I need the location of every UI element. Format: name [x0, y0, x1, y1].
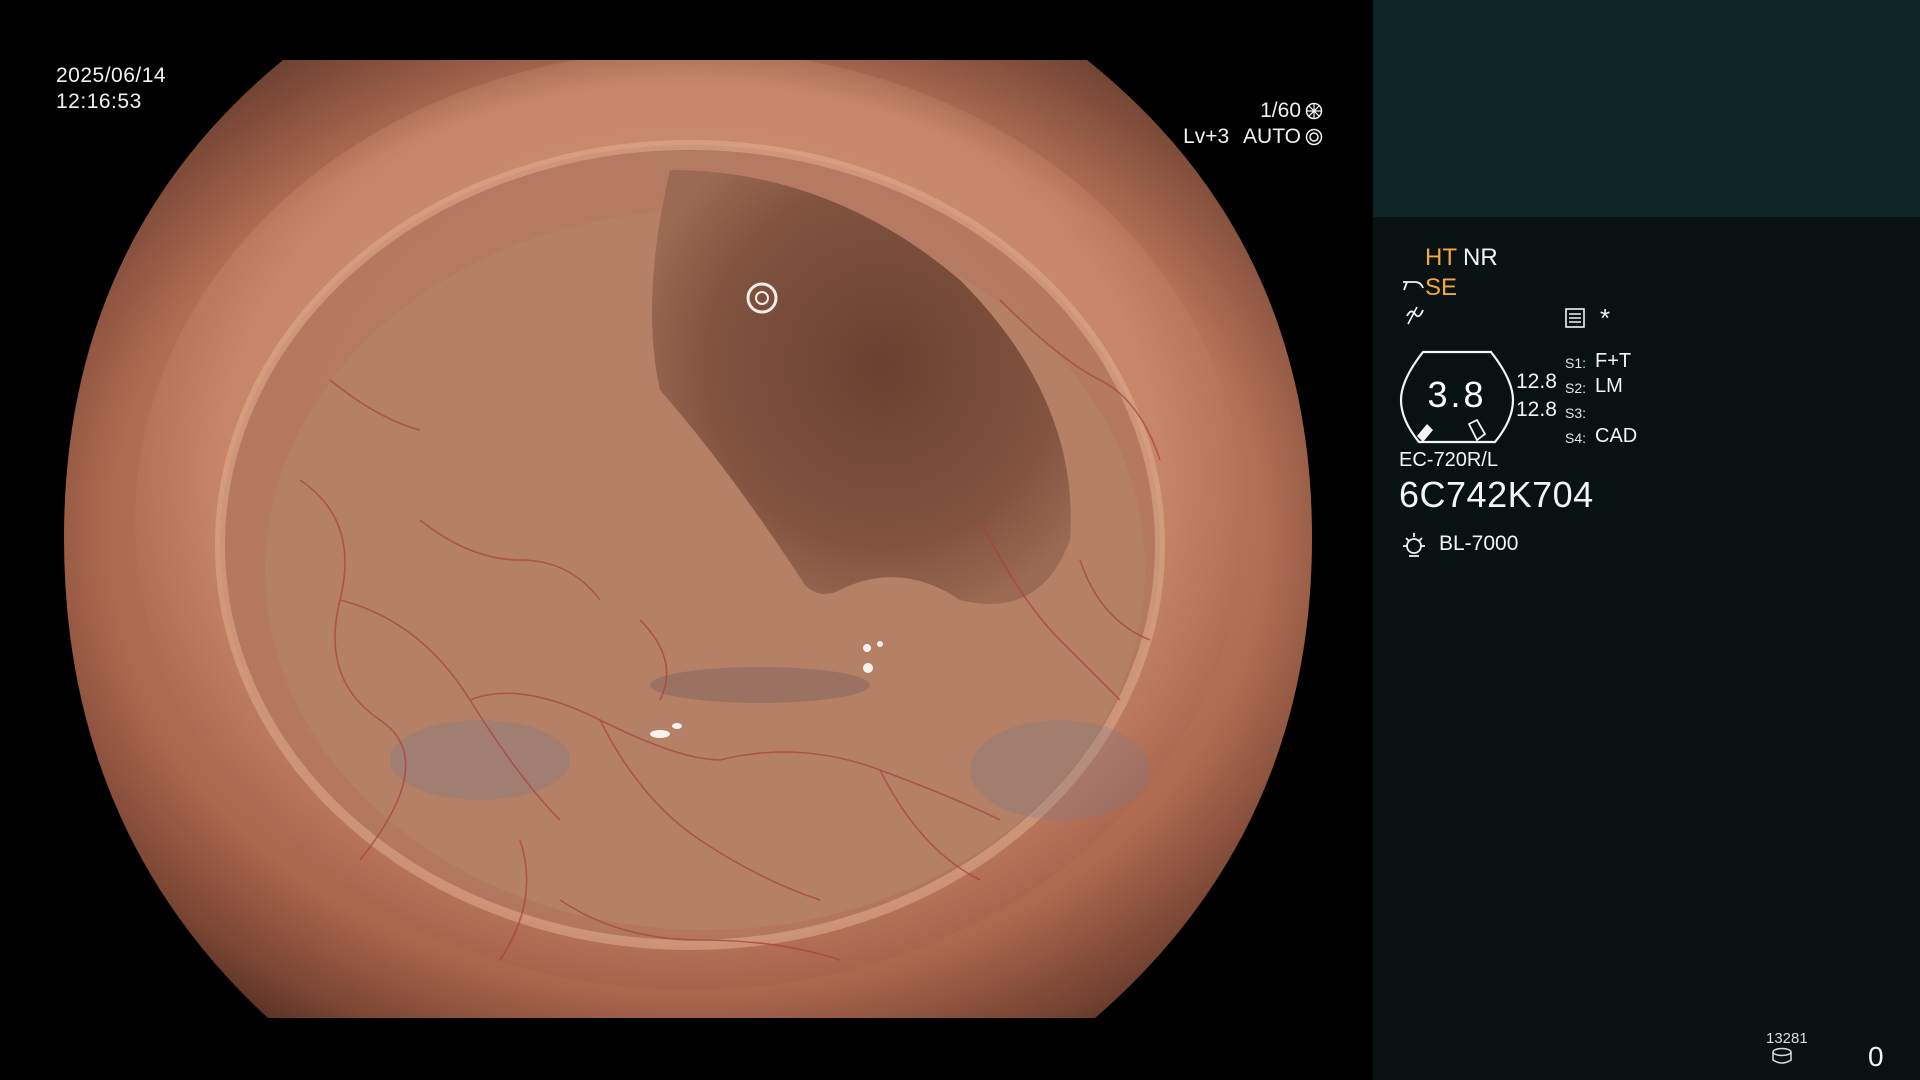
image-counter: 13281	[1766, 1030, 1808, 1047]
count-value: 0	[1868, 1041, 1884, 1072]
gauge-side-value-1: 12.8	[1516, 370, 1557, 393]
gauge-value: 3.8	[1427, 374, 1487, 415]
date-text: 2025/06/14	[56, 64, 167, 87]
light-source: BL-7000	[1439, 532, 1519, 555]
exposure-readout: 1/60 Lv+3 AUTO	[1183, 98, 1323, 150]
scope-model: EC-720R/L	[1399, 449, 1498, 471]
datetime-readout: 2025/06/14 12:16:53	[56, 63, 166, 115]
switch-4-label: S4:	[1565, 430, 1587, 446]
scope-serial: 6C742K704	[1399, 474, 1594, 515]
gauge-side-value-2: 12.8	[1516, 398, 1557, 421]
nr-indicator: NR	[1463, 244, 1498, 271]
light-bulb-icon	[1403, 533, 1425, 557]
time-text: 12:16:53	[56, 90, 142, 113]
aperture-icon	[1305, 102, 1323, 120]
shutter-speed-text: 1/60	[1260, 99, 1301, 122]
mode-text: AUTO	[1243, 125, 1301, 148]
asterisk-indicator: *	[1600, 303, 1611, 333]
document-icon	[1565, 308, 1585, 328]
level-text: Lv+3	[1183, 125, 1230, 148]
scope-tip-icon	[1403, 281, 1424, 291]
status-panel: HT NR SE * 3.8 12.8 12.8 S1: F+T S2: LM …	[1373, 0, 1920, 1080]
filter-icon	[1406, 306, 1424, 325]
switch-2-label: S2:	[1565, 380, 1587, 396]
switch-4-value: CAD	[1595, 425, 1638, 447]
endoscopic-image	[64, 60, 1312, 1018]
switch-1-value: F+T	[1595, 350, 1632, 372]
switch-1-label: S1:	[1565, 355, 1587, 371]
se-indicator: SE	[1425, 274, 1458, 301]
iris-icon	[1305, 128, 1323, 146]
endoscope-view: 2025/06/14 12:16:53 1/60 Lv+3 AUTO	[0, 0, 1373, 1080]
switch-3-label: S3:	[1565, 405, 1587, 421]
ht-indicator: HT	[1425, 244, 1457, 271]
storage-icon	[1772, 1047, 1792, 1064]
switch-2-value: LM	[1595, 375, 1623, 397]
thumbnail-area	[1373, 0, 1920, 217]
